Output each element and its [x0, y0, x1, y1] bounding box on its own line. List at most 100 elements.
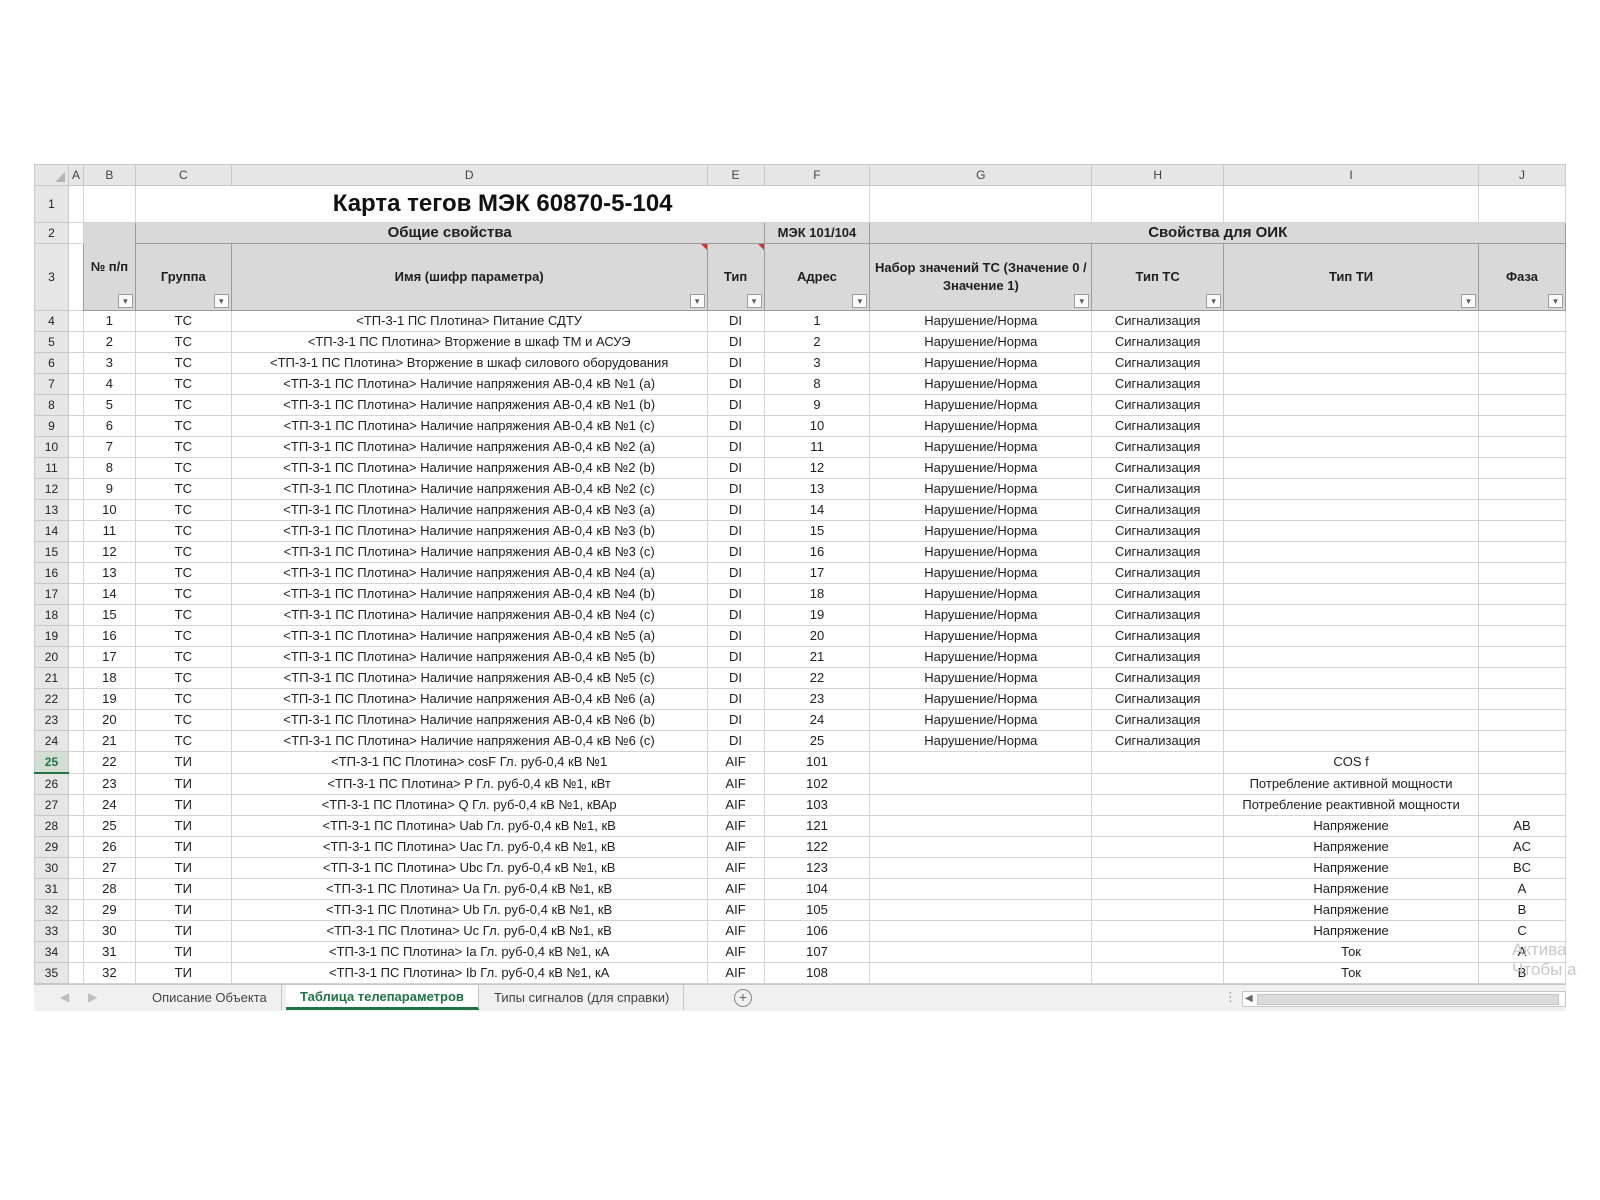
- cell-ti-type[interactable]: [1223, 709, 1480, 731]
- cell-group[interactable]: ТС: [134, 667, 232, 689]
- cell-col-a[interactable]: [67, 478, 84, 500]
- column-header-i[interactable]: I: [1223, 164, 1480, 186]
- cell-ti-type[interactable]: [1223, 436, 1480, 458]
- cell-ti-type[interactable]: [1223, 583, 1480, 605]
- cell-ts-type[interactable]: Сигнализация: [1091, 352, 1225, 374]
- cell-empty[interactable]: [1223, 185, 1480, 223]
- cell-col-a[interactable]: [67, 457, 84, 479]
- cell-num[interactable]: 18: [82, 667, 136, 689]
- cell-group[interactable]: ТИ: [134, 794, 232, 816]
- cell-address[interactable]: 20: [763, 625, 871, 647]
- cell-ts-values[interactable]: [869, 899, 1093, 921]
- cell-col-a[interactable]: [67, 878, 84, 900]
- scrollbar-thumb[interactable]: [1257, 994, 1559, 1005]
- cell-ts-values[interactable]: Нарушение/Норма: [869, 667, 1093, 689]
- cell-name[interactable]: <ТП-3-1 ПС Плотина> Вторжение в шкаф ТМ …: [230, 331, 708, 353]
- cell-num[interactable]: 11: [82, 520, 136, 542]
- cell-type[interactable]: AIF: [706, 920, 765, 942]
- cell-ti-type[interactable]: Напряжение: [1223, 878, 1480, 900]
- cell-address[interactable]: 122: [763, 836, 871, 858]
- cell-address[interactable]: 22: [763, 667, 871, 689]
- cell-type[interactable]: DI: [706, 478, 765, 500]
- cell-col-a[interactable]: [67, 920, 84, 942]
- cell-group[interactable]: ТИ: [134, 941, 232, 963]
- cell-a2[interactable]: [67, 222, 84, 244]
- cell-name[interactable]: <ТП-3-1 ПС Плотина> Наличие напряжения А…: [230, 436, 708, 458]
- cell-ts-type[interactable]: Сигнализация: [1091, 310, 1225, 332]
- sheet-nav-prev-icon[interactable]: ◀: [60, 990, 69, 1004]
- cell-phase[interactable]: [1478, 667, 1566, 689]
- cell-num[interactable]: 1: [82, 310, 136, 332]
- column-header-c[interactable]: C: [134, 164, 232, 186]
- cell-group[interactable]: ТИ: [134, 815, 232, 837]
- cell-ts-values[interactable]: Нарушение/Норма: [869, 646, 1093, 668]
- cell-col-a[interactable]: [67, 394, 84, 416]
- cell-name[interactable]: <ТП-3-1 ПС Плотина> Наличие напряжения А…: [230, 499, 708, 521]
- cell-num[interactable]: 28: [82, 878, 136, 900]
- cell-col-a[interactable]: [67, 962, 84, 984]
- row-header[interactable]: 24: [34, 730, 69, 752]
- row-header[interactable]: 19: [34, 625, 69, 647]
- row-header[interactable]: 2: [34, 222, 69, 244]
- cell-empty[interactable]: [1478, 185, 1566, 223]
- cell-phase[interactable]: [1478, 541, 1566, 563]
- horizontal-scrollbar[interactable]: ◀: [1242, 991, 1566, 1007]
- cell-ts-values[interactable]: Нарушение/Норма: [869, 457, 1093, 479]
- cell-phase[interactable]: [1478, 625, 1566, 647]
- cell-address[interactable]: 18: [763, 583, 871, 605]
- cell-ts-type[interactable]: Сигнализация: [1091, 604, 1225, 626]
- cell-ti-type[interactable]: [1223, 499, 1480, 521]
- cell-group[interactable]: ТС: [134, 373, 232, 395]
- cell-ts-type[interactable]: [1091, 751, 1225, 774]
- cell-group[interactable]: ТС: [134, 457, 232, 479]
- band-iec[interactable]: МЭК 101/104: [763, 222, 871, 244]
- cell-ti-type[interactable]: Напряжение: [1223, 836, 1480, 858]
- cell-type[interactable]: AIF: [706, 941, 765, 963]
- cell-num[interactable]: 2: [82, 331, 136, 353]
- row-header[interactable]: 17: [34, 583, 69, 605]
- cell-col-a[interactable]: [67, 709, 84, 731]
- row-header[interactable]: 20: [34, 646, 69, 668]
- row-header[interactable]: 25: [34, 751, 69, 774]
- cell-phase[interactable]: [1478, 310, 1566, 332]
- cell-col-a[interactable]: [67, 751, 84, 774]
- cell-address[interactable]: 9: [763, 394, 871, 416]
- cell-group[interactable]: ТС: [134, 352, 232, 374]
- cell-num[interactable]: 20: [82, 709, 136, 731]
- cell-ts-type[interactable]: Сигнализация: [1091, 562, 1225, 584]
- cell-group[interactable]: ТИ: [134, 962, 232, 984]
- cell-num[interactable]: 4: [82, 373, 136, 395]
- row-header[interactable]: 16: [34, 562, 69, 584]
- cell-phase[interactable]: [1478, 331, 1566, 353]
- cell-ti-type[interactable]: Ток: [1223, 962, 1480, 984]
- cell-phase[interactable]: [1478, 562, 1566, 584]
- band-oik-properties[interactable]: Свойства для ОИК: [869, 222, 1566, 244]
- cell-ti-type[interactable]: [1223, 646, 1480, 668]
- cell-group[interactable]: ТС: [134, 625, 232, 647]
- cell-group[interactable]: ТИ: [134, 857, 232, 879]
- row-header[interactable]: 30: [34, 857, 69, 879]
- cell-ts-type[interactable]: Сигнализация: [1091, 709, 1225, 731]
- cell-phase[interactable]: [1478, 688, 1566, 710]
- cell-phase[interactable]: [1478, 457, 1566, 479]
- cell-col-a[interactable]: [67, 730, 84, 752]
- cell-phase[interactable]: [1478, 520, 1566, 542]
- cell-group[interactable]: ТС: [134, 646, 232, 668]
- cell-name[interactable]: <ТП-3-1 ПС Плотина> Наличие напряжения А…: [230, 604, 708, 626]
- add-sheet-icon[interactable]: +: [734, 989, 752, 1007]
- cell-type[interactable]: DI: [706, 604, 765, 626]
- cell-name[interactable]: <ТП-3-1 ПС Плотина> P Гл. руб-0,4 кВ №1,…: [230, 772, 708, 795]
- cell-address[interactable]: 24: [763, 709, 871, 731]
- cell-ts-type[interactable]: [1091, 878, 1225, 900]
- sheet-nav-next-icon[interactable]: ▶: [88, 990, 97, 1004]
- cell-type[interactable]: AIF: [706, 857, 765, 879]
- cell-ts-type[interactable]: [1091, 920, 1225, 942]
- cell-address[interactable]: 3: [763, 352, 871, 374]
- cell-group[interactable]: ТС: [134, 604, 232, 626]
- cell-ts-values[interactable]: Нарушение/Норма: [869, 415, 1093, 437]
- cell-type[interactable]: DI: [706, 373, 765, 395]
- cell-col-a[interactable]: [67, 815, 84, 837]
- cell-type[interactable]: DI: [706, 709, 765, 731]
- cell-name[interactable]: <ТП-3-1 ПС Плотина> Ubc Гл. руб-0,4 кВ №…: [230, 857, 708, 879]
- cell-group[interactable]: ТИ: [134, 836, 232, 858]
